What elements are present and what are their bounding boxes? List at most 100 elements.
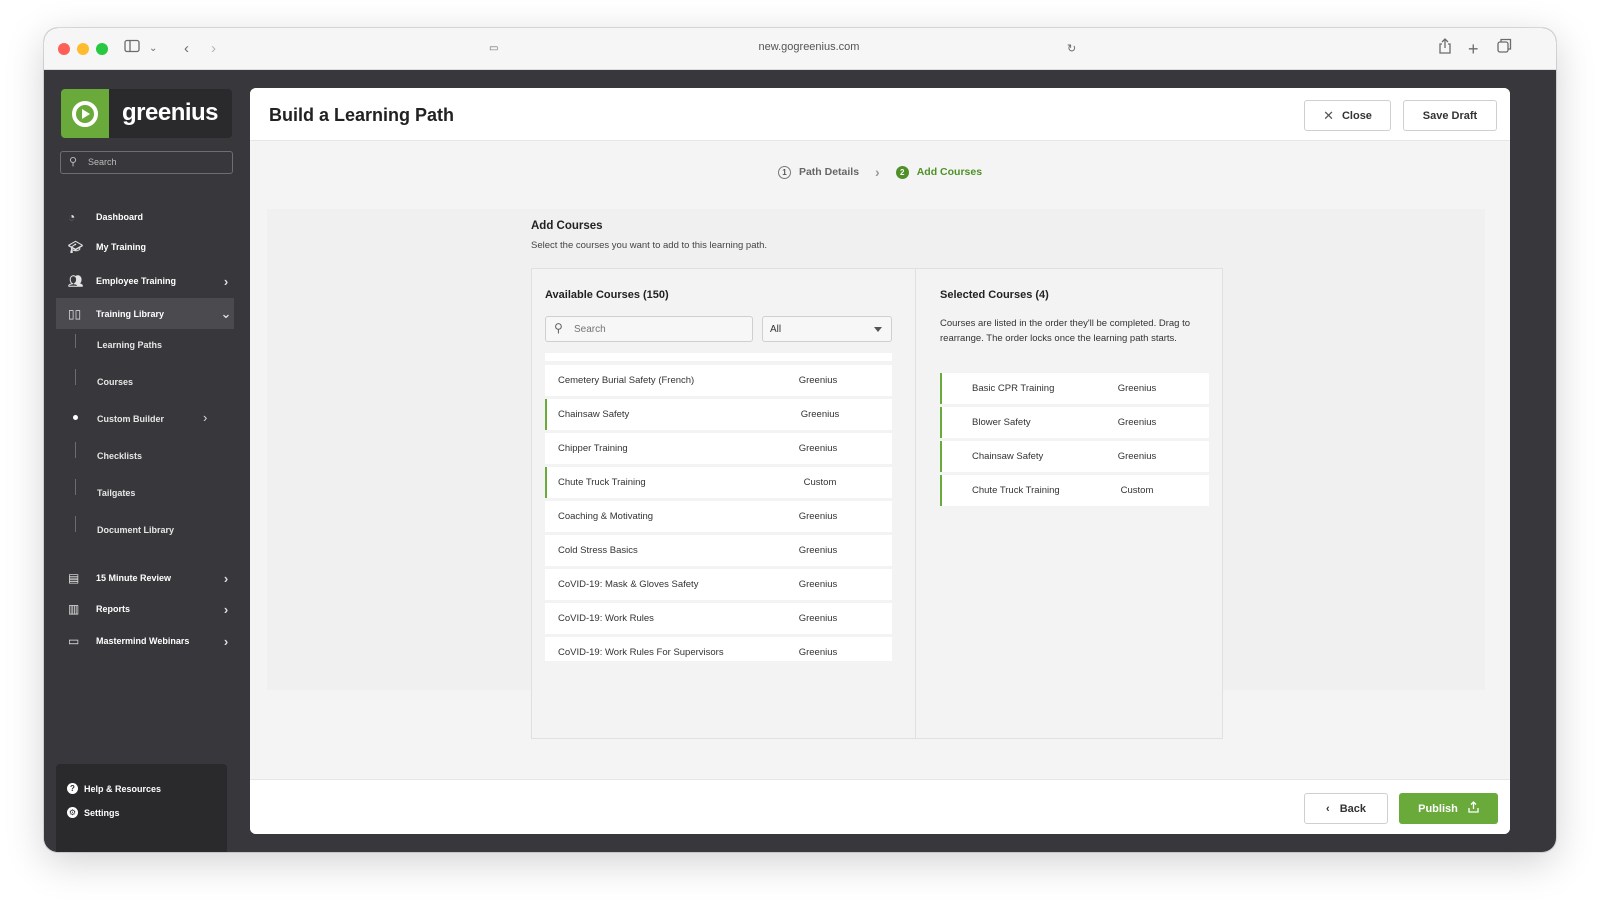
list-item[interactable]: Coaching & Motivating Greenius: [545, 501, 892, 532]
course-search-input[interactable]: [574, 321, 744, 338]
course-name: CoVID-19: Work Rules: [558, 613, 654, 624]
step-number: 2: [895, 165, 909, 179]
course-name: Chute Truck Training: [558, 477, 646, 488]
list-item[interactable]: CoVID-19: Work Rules Greenius: [545, 603, 892, 634]
users-icon: 👥︎: [68, 274, 84, 288]
list-item[interactable]: Chute Truck Training Custom: [940, 475, 1209, 506]
course-source: Custom: [1120, 485, 1154, 496]
course-source: Greenius: [798, 375, 838, 386]
course-source: Greenius: [1117, 383, 1157, 394]
chevron-right-icon: ›: [223, 273, 229, 289]
close-window-button[interactable]: [58, 43, 70, 55]
sidebar-subitem-custom-builder[interactable]: Custom Builder: [97, 414, 164, 424]
course-name: Chute Truck Training: [972, 485, 1060, 496]
selected-course-list[interactable]: Basic CPR Training Greenius Blower Safety…: [940, 373, 1209, 509]
search-icon: ⚲: [554, 321, 563, 335]
sidebar-subitem-courses[interactable]: Courses: [97, 377, 133, 387]
sidebar-item-label: Employee Training: [96, 276, 177, 286]
chevron-down-icon[interactable]: ⌄: [149, 38, 157, 60]
sidebar-item-my-training[interactable]: 🎓︎ My Training: [56, 233, 234, 261]
sidebar-subitem-learning-paths[interactable]: Learning Paths: [97, 340, 162, 350]
sidebar-subitem-checklists[interactable]: Checklists: [97, 451, 142, 461]
available-courses-panel: Available Courses (150) ⚲ All Cemetery B…: [532, 269, 916, 738]
sidebar-toggle-icon[interactable]: [124, 38, 140, 60]
window-controls: [58, 43, 108, 55]
chevron-right-icon[interactable]: ›: [203, 410, 207, 425]
list-item[interactable]: Cold Stress Basics Greenius: [545, 535, 892, 566]
chevron-right-icon: ›: [223, 570, 229, 586]
back-button[interactable]: ‹ Back: [1304, 793, 1388, 824]
brand-logo[interactable]: greenius: [61, 89, 232, 138]
sub-nav-rail: [75, 479, 76, 495]
plus-icon[interactable]: +: [1468, 38, 1479, 60]
question-icon: ?: [67, 783, 78, 794]
minimize-window-button[interactable]: [77, 43, 89, 55]
course-source: Greenius: [798, 613, 838, 624]
stepper: 1 Path Details › 2 Add Courses: [250, 164, 1510, 180]
sub-nav-rail: [75, 516, 76, 532]
address-bar[interactable]: ▭ new.gogreenius.com ↻: [489, 36, 1119, 62]
close-button[interactable]: ✕ Close: [1304, 100, 1391, 131]
list-item[interactable]: Basic CPR Training Greenius: [940, 373, 1209, 404]
course-source: Greenius: [800, 409, 840, 420]
upload-icon: [1468, 801, 1479, 816]
save-draft-button[interactable]: Save Draft: [1403, 100, 1497, 131]
chevron-down-icon: ⌄: [220, 305, 232, 321]
sidebar-item-label: Mastermind Webinars: [96, 636, 190, 646]
sidebar-item-reports[interactable]: ▥ Reports ›: [56, 595, 234, 623]
course-name: CoVID-19: Mask & Gloves Safety: [558, 579, 699, 590]
publish-button[interactable]: Publish: [1399, 793, 1498, 824]
sidebar-item-15-minute-review[interactable]: ▤ 15 Minute Review ›: [56, 564, 234, 592]
step-add-courses[interactable]: 2 Add Courses: [895, 165, 982, 179]
sidebar-item-dashboard[interactable]: ◔ Dashboard: [56, 203, 234, 231]
document-icon: ▤: [68, 571, 80, 585]
chevron-right-icon: ›: [875, 164, 880, 180]
sidebar-item-training-library[interactable]: ▯▯ Training Library ⌄: [56, 298, 234, 329]
course-filter-select[interactable]: All: [762, 316, 892, 342]
reload-icon[interactable]: ↻: [1067, 38, 1076, 60]
tabs-icon[interactable]: [1497, 38, 1512, 60]
list-item[interactable]: Chainsaw Safety Greenius: [940, 441, 1209, 472]
settings-label: Settings: [84, 807, 120, 818]
course-search[interactable]: ⚲: [545, 316, 753, 342]
sidebar-item-label: Dashboard: [96, 212, 144, 222]
list-item[interactable]: CoVID-19: Work Rules For Supervisors Gree…: [545, 637, 892, 661]
available-course-list[interactable]: Cemetery Burial Safety (French) Greenius …: [545, 353, 892, 661]
section-title: Add Courses: [531, 220, 603, 232]
course-source: Greenius: [798, 443, 838, 454]
help-resources-link[interactable]: ? Help & Resources: [67, 783, 161, 794]
chevron-right-icon[interactable]: ›: [211, 38, 216, 60]
sidebar-subitem-document-library[interactable]: Document Library: [97, 525, 174, 535]
chevron-left-icon[interactable]: ‹: [184, 38, 189, 60]
course-name: Cold Stress Basics: [558, 545, 638, 556]
save-draft-label: Save Draft: [1422, 109, 1478, 122]
course-source: Greenius: [1117, 417, 1157, 428]
sidebar-item-employee-training[interactable]: 👥︎ Employee Training ›: [56, 267, 234, 295]
course-picker: Available Courses (150) ⚲ All Cemetery B…: [531, 268, 1223, 739]
page-title: Build a Learning Path: [269, 105, 455, 125]
list-item[interactable]: Cemetery Burial Safety (French) Greenius: [545, 365, 892, 396]
selected-courses-description: Courses are listed in the order they'll …: [940, 318, 1190, 344]
sidebar-item-label: Reports: [96, 604, 131, 614]
course-name: Cemetery Burial Safety (French): [558, 375, 695, 386]
course-source: Greenius: [798, 511, 838, 522]
browser-toolbar: ⌄ ‹ › ▭ new.gogreenius.com ↻ +: [44, 28, 1556, 70]
sidebar-item-mastermind-webinars[interactable]: ▭ Mastermind Webinars ›: [56, 627, 234, 655]
filter-value: All: [770, 324, 782, 335]
sidebar-subitem-tailgates[interactable]: Tailgates: [97, 488, 135, 498]
list-item[interactable]: Blower Safety Greenius: [940, 407, 1209, 438]
step-label: Path Details: [798, 166, 860, 178]
list-item[interactable]: Chute Truck Training Custom: [545, 467, 892, 498]
step-path-details[interactable]: 1 Path Details: [777, 165, 860, 179]
zoom-window-button[interactable]: [96, 43, 108, 55]
course-source: Greenius: [798, 579, 838, 590]
search-icon: ⚲: [69, 156, 78, 168]
course-source: Greenius: [798, 647, 838, 658]
url-text: new.gogreenius.com: [758, 41, 860, 53]
list-item[interactable]: Chainsaw Safety Greenius: [545, 399, 892, 430]
share-icon[interactable]: [1438, 38, 1452, 61]
sidebar-search-input[interactable]: ⚲ Search: [60, 151, 233, 174]
list-item[interactable]: Chipper Training Greenius: [545, 433, 892, 464]
list-item[interactable]: CoVID-19: Mask & Gloves Safety Greenius: [545, 569, 892, 600]
settings-link[interactable]: ⚙ Settings: [67, 807, 120, 818]
